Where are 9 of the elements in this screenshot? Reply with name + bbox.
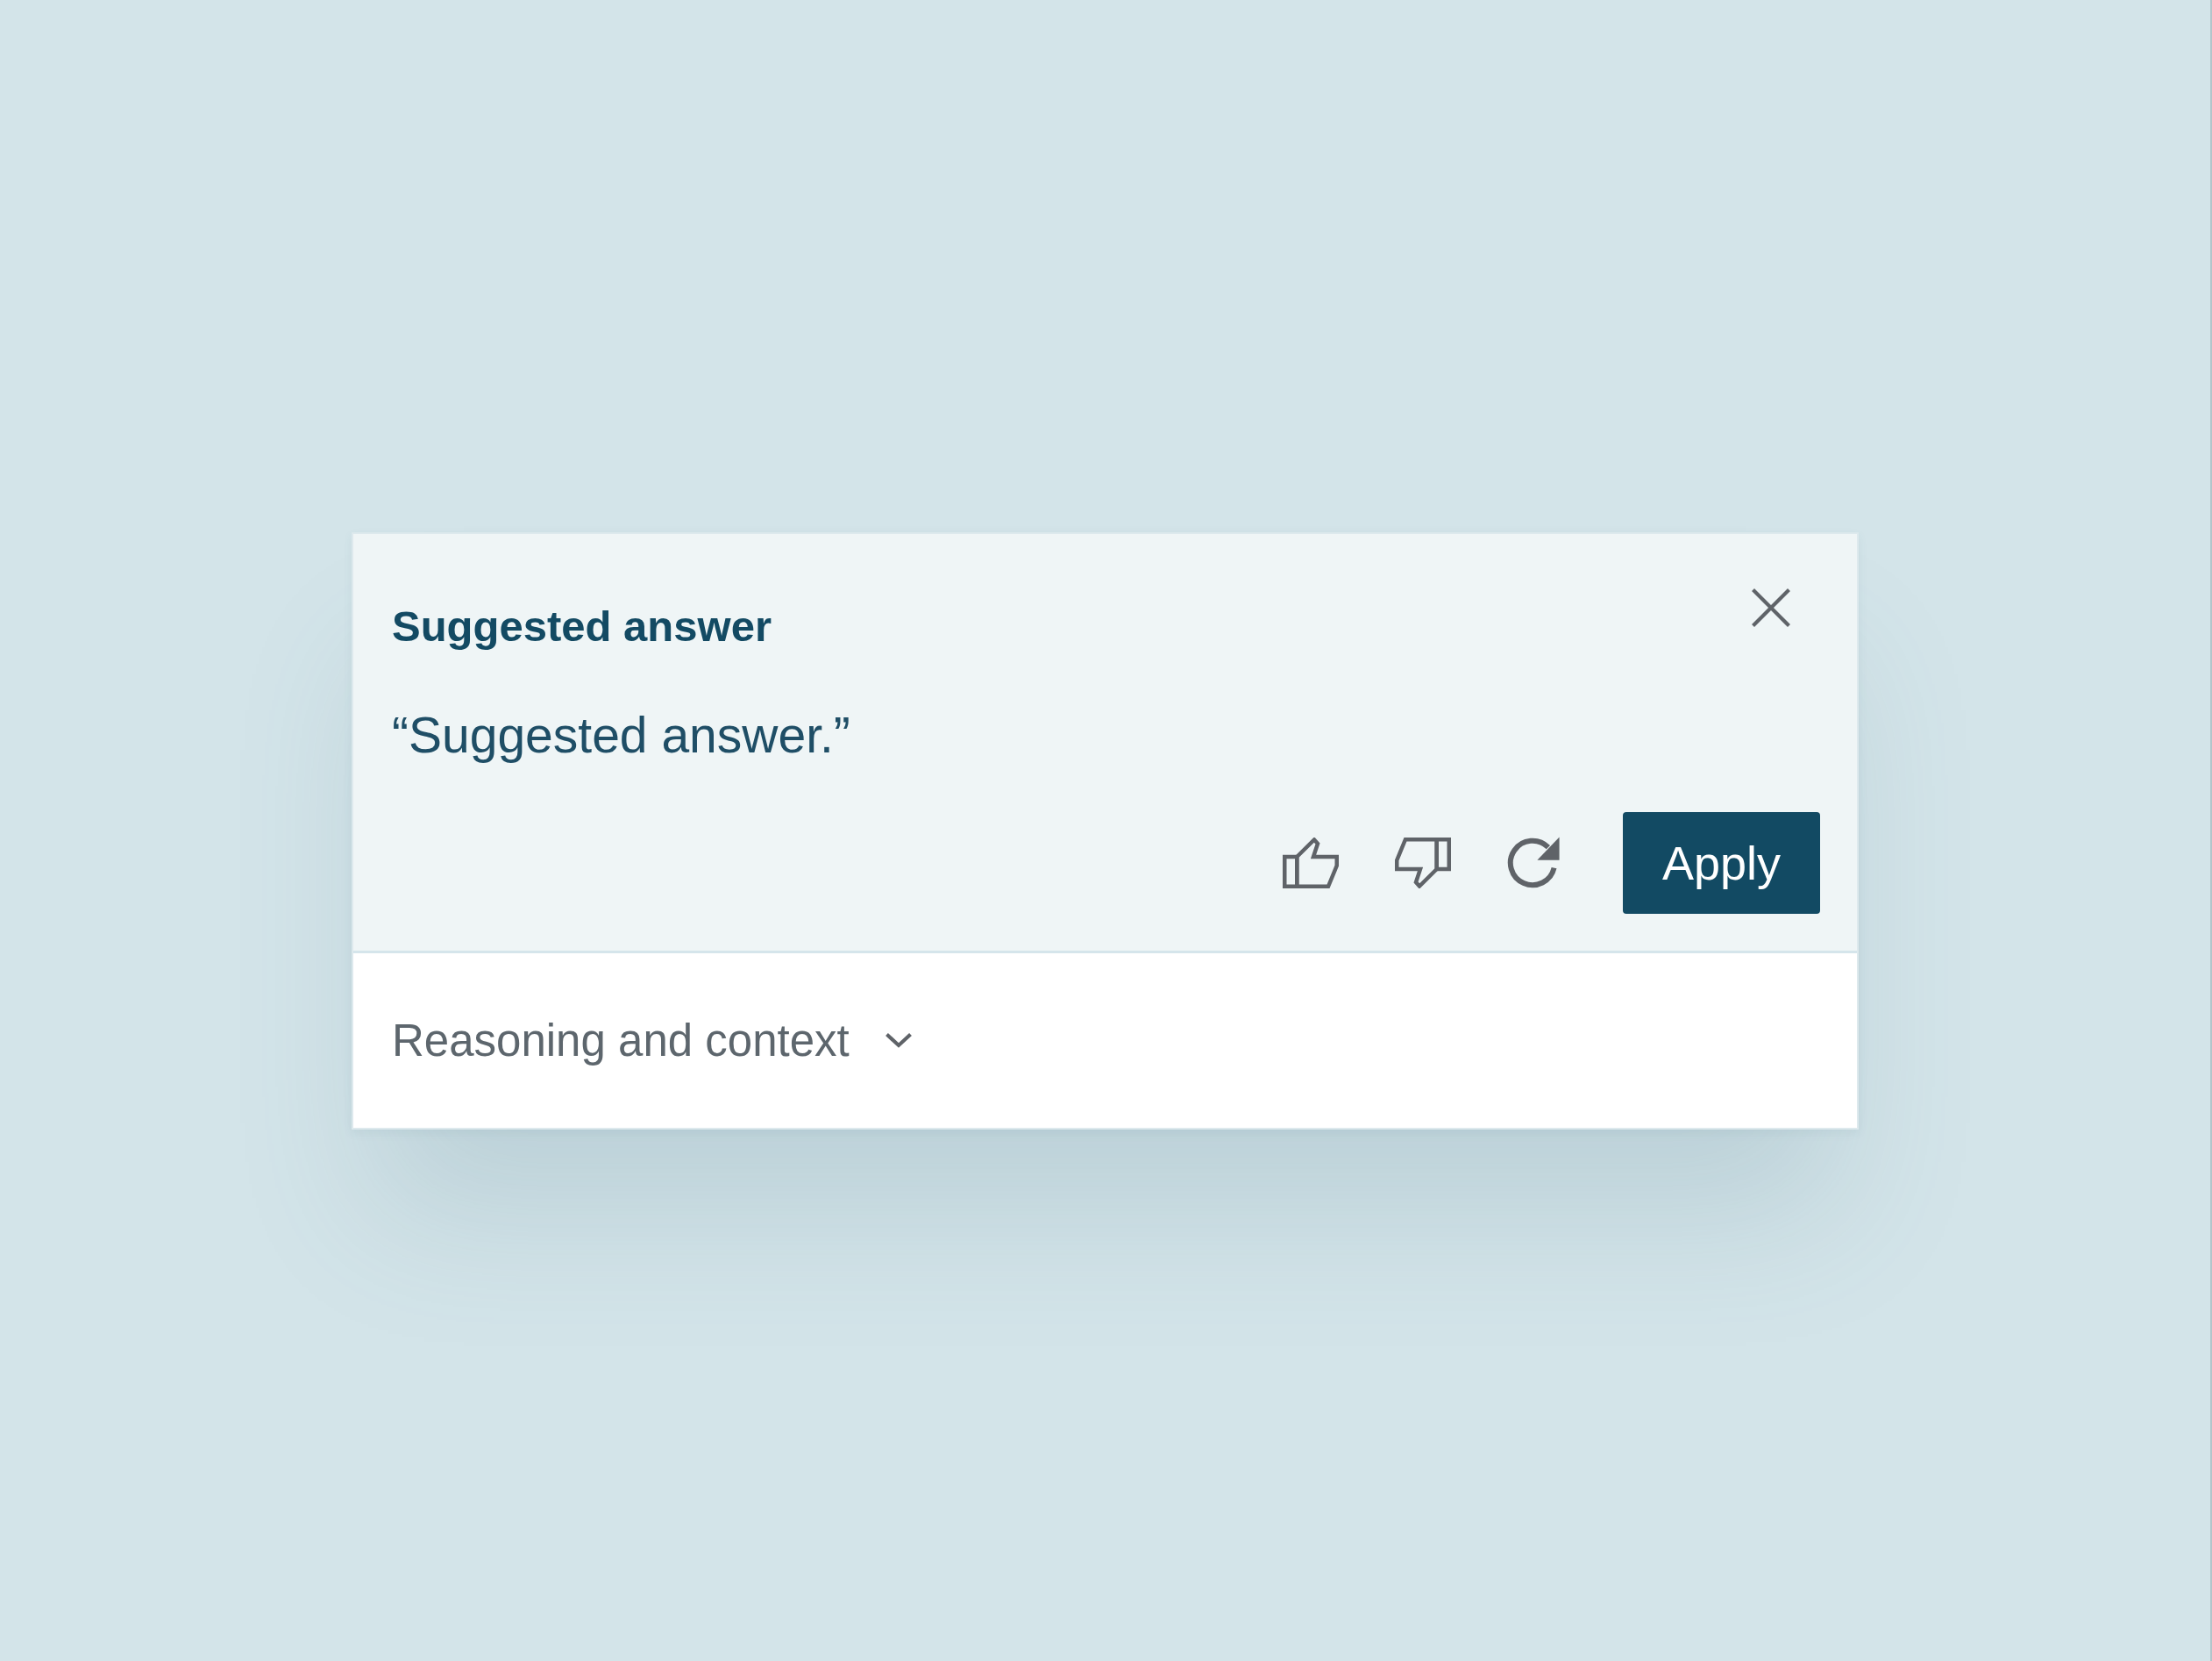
suggested-answer-text: “Suggested answer.”: [392, 705, 851, 765]
thumbs-down-button[interactable]: [1395, 837, 1451, 888]
thumbs-down-icon: [1395, 837, 1451, 888]
thumbs-up-button[interactable]: [1283, 837, 1339, 888]
close-icon: [1752, 588, 1790, 627]
apply-button[interactable]: Apply: [1623, 811, 1820, 914]
panel-title: Suggested answer: [392, 601, 772, 652]
reasoning-toggle[interactable]: Reasoning and context: [392, 1013, 913, 1067]
thumbs-up-icon: [1283, 837, 1339, 888]
